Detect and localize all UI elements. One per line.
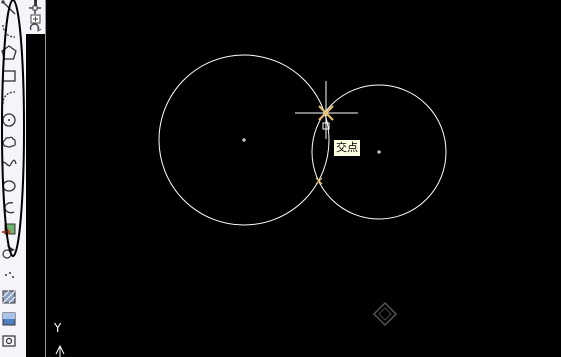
crosshair-cursor xyxy=(295,81,358,139)
drawing-area: Y xyxy=(1,0,447,357)
svg-text:Y: Y xyxy=(53,321,62,335)
annotation-ellipse xyxy=(1,0,25,257)
snap-tooltip: 交点 xyxy=(333,139,361,157)
left-circle-center-marker xyxy=(242,138,246,142)
navigation-cube-icon[interactable] xyxy=(372,301,398,327)
ucs-icon: Y xyxy=(53,321,65,357)
drawing-geometry xyxy=(158,54,447,226)
right-circle-center-marker xyxy=(377,150,381,154)
lower-intersection-snap-marker xyxy=(315,177,323,185)
